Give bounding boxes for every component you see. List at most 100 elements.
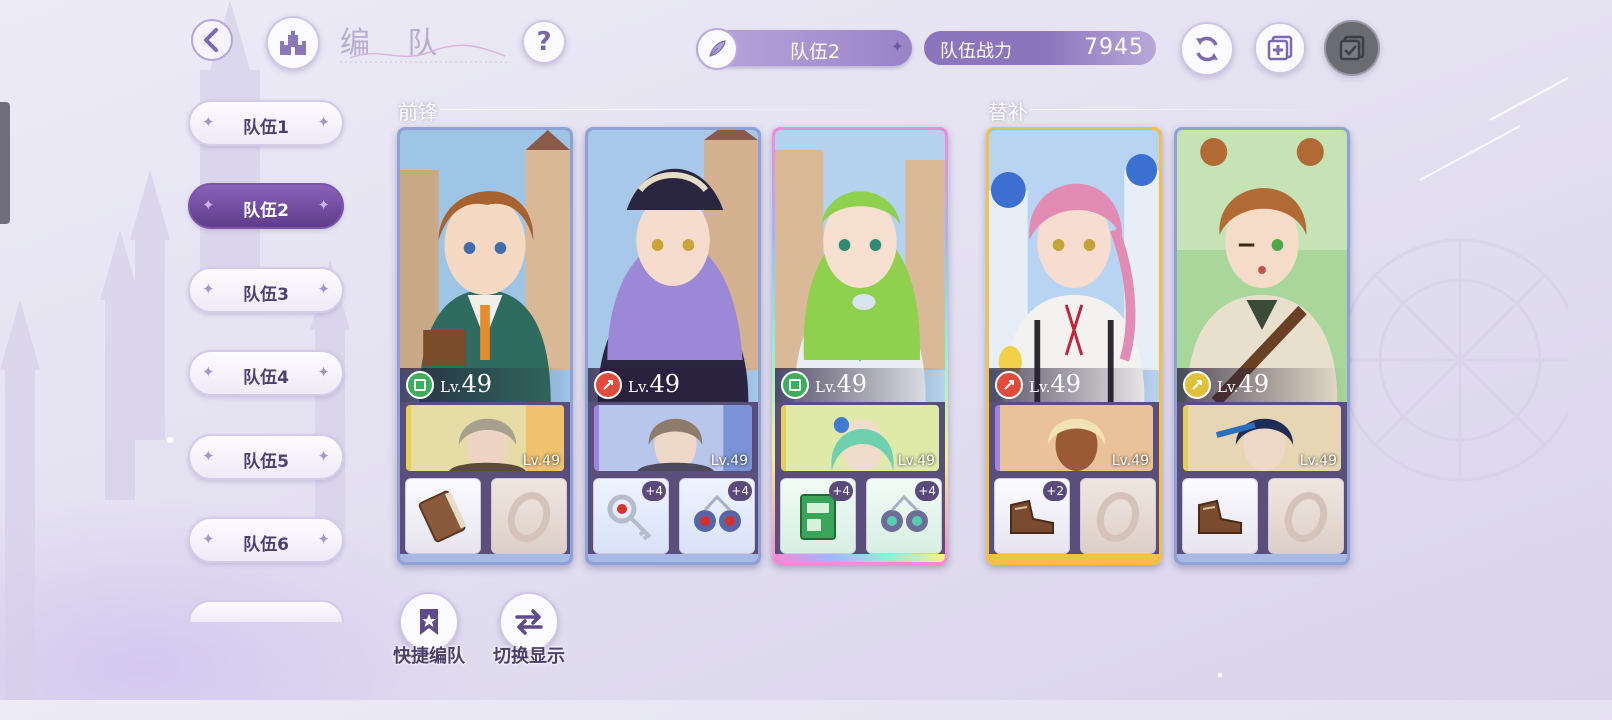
feather-icon (696, 28, 738, 70)
gear-slot-2[interactable]: +4 (679, 478, 755, 554)
checklist-icon (1339, 35, 1365, 61)
swap-arrows-icon (515, 609, 543, 635)
partner-level: Lv.49 (1299, 453, 1337, 469)
card-footer (989, 554, 1159, 562)
gear-slot-1[interactable]: +2 (994, 478, 1070, 554)
team-power-value: 7945 (1084, 35, 1144, 60)
quick-formation-button[interactable]: 快捷编队 (384, 592, 474, 668)
card-footer (400, 554, 570, 562)
sparkle-icon: ✦ (317, 363, 330, 381)
bookmark-star-icon (420, 609, 438, 635)
book-icon (418, 490, 467, 543)
gear-slot-2[interactable] (1080, 478, 1156, 554)
team-tab-7[interactable] (188, 600, 344, 622)
partner-level: Lv.49 (1111, 453, 1149, 469)
level-bar: Lv.49 (400, 368, 570, 402)
fire-element-icon (594, 371, 622, 399)
team-tab-1[interactable]: ✦ 队伍1 ✦ (188, 100, 344, 146)
back-arrow-icon (191, 19, 233, 61)
confirm-button[interactable] (1324, 20, 1380, 76)
sparkle-icon: ✦ (317, 447, 330, 465)
enhance-level-badge: +2 (1043, 481, 1067, 501)
sparkle-icon: ✦ (317, 280, 330, 298)
team-tab-6[interactable]: ✦ 队伍6 ✦ (188, 517, 344, 563)
title-decoration (340, 44, 510, 63)
card-footer (1177, 554, 1347, 562)
sparkle-icon: ✦ (317, 530, 330, 548)
current-team-selector[interactable]: 队伍2 ✦ (696, 28, 912, 70)
character-card[interactable]: Lv.49 Lv.49 (1174, 127, 1350, 565)
enhance-level-badge: +4 (915, 481, 939, 501)
partner-level: Lv.49 (897, 453, 935, 469)
level-bar: Lv.49 (1177, 368, 1347, 402)
home-button[interactable] (266, 16, 320, 70)
partner-slot[interactable]: Lv.49 (406, 405, 564, 471)
ring-icon (507, 492, 551, 542)
partner-slot[interactable]: Lv.49 (995, 405, 1153, 471)
partner-level: Lv.49 (522, 453, 560, 469)
team-tab-4[interactable]: ✦ 队伍4 ✦ (188, 350, 344, 396)
character-card[interactable]: Lv.49 Lv.49 +4 +4 (772, 127, 948, 565)
current-team-name: 队伍2 (789, 41, 841, 63)
character-portrait (1177, 130, 1347, 402)
quick-formation-label: 快捷编队 (393, 646, 465, 667)
add-copy-icon (1267, 35, 1293, 61)
switch-display-label: 切换显示 (493, 646, 565, 667)
refresh-icon (1196, 36, 1218, 62)
partner-level: Lv.49 (710, 453, 748, 469)
character-portrait (400, 130, 570, 402)
card-footer (775, 554, 945, 562)
character-portrait (588, 130, 758, 402)
back-button[interactable] (186, 14, 238, 66)
boots-icon (1198, 499, 1242, 534)
team-tab-5[interactable]: ✦ 队伍5 ✦ (188, 434, 344, 480)
add-team-button[interactable] (1254, 22, 1306, 74)
card-footer (588, 554, 758, 562)
nature-element-icon (406, 371, 434, 399)
character-level: Lv.49 (440, 370, 492, 398)
gear-slot-2[interactable] (491, 478, 567, 554)
character-level: Lv.49 (1029, 370, 1081, 398)
team-tab-2[interactable]: ✦ 队伍2 ✦ (188, 183, 344, 229)
character-level: Lv.49 (815, 370, 867, 398)
character-card[interactable]: Lv.49 Lv.49 +4 +4 (585, 127, 761, 565)
section-label-front: 前锋 (398, 100, 438, 124)
character-level: Lv.49 (1217, 370, 1269, 398)
partner-slot[interactable]: Lv.49 (1183, 405, 1341, 471)
ring-icon (1096, 492, 1140, 542)
sparkle-icon: ✦ (317, 196, 330, 214)
level-bar: Lv.49 (989, 368, 1159, 402)
gear-slot-1[interactable] (405, 478, 481, 554)
gear-slot-1[interactable]: +4 (780, 478, 856, 554)
refresh-button[interactable] (1180, 22, 1234, 76)
character-portrait (989, 130, 1159, 402)
enhance-level-badge: +4 (829, 481, 853, 501)
gear-slot-2[interactable] (1268, 478, 1344, 554)
level-bar: Lv.49 (775, 368, 945, 402)
character-level: Lv.49 (628, 370, 680, 398)
team-power-display: 队伍战力 7945 (924, 31, 1156, 65)
help-button[interactable]: ? (522, 20, 566, 64)
enhance-level-badge: +4 (728, 481, 752, 501)
enhance-level-badge: +4 (642, 481, 666, 501)
switch-display-button[interactable]: 切换显示 (484, 592, 574, 668)
character-card[interactable]: Lv.49 Lv.49 (397, 127, 573, 565)
section-label-substitute: 替补 (988, 100, 1028, 124)
partner-slot[interactable]: Lv.49 (594, 405, 752, 471)
team-tab-3[interactable]: ✦ 队伍3 ✦ (188, 267, 344, 313)
section-divider (1030, 109, 1350, 110)
castle-icon (280, 31, 306, 55)
gear-slot-1[interactable] (1182, 478, 1258, 554)
gear-slot-2[interactable]: +4 (866, 478, 942, 554)
nature-element-icon (781, 371, 809, 399)
side-drawer-handle[interactable] (0, 102, 10, 224)
character-card[interactable]: Lv.49 Lv.49 +2 (986, 127, 1162, 565)
light-element-icon (1183, 371, 1211, 399)
fire-element-icon (995, 371, 1023, 399)
partner-slot[interactable]: Lv.49 (781, 405, 939, 471)
sparkle-icon: ✦ (317, 113, 330, 131)
ring-icon (1284, 492, 1328, 542)
section-divider (440, 109, 950, 110)
gear-slot-1[interactable]: +4 (593, 478, 669, 554)
character-portrait (775, 130, 945, 402)
